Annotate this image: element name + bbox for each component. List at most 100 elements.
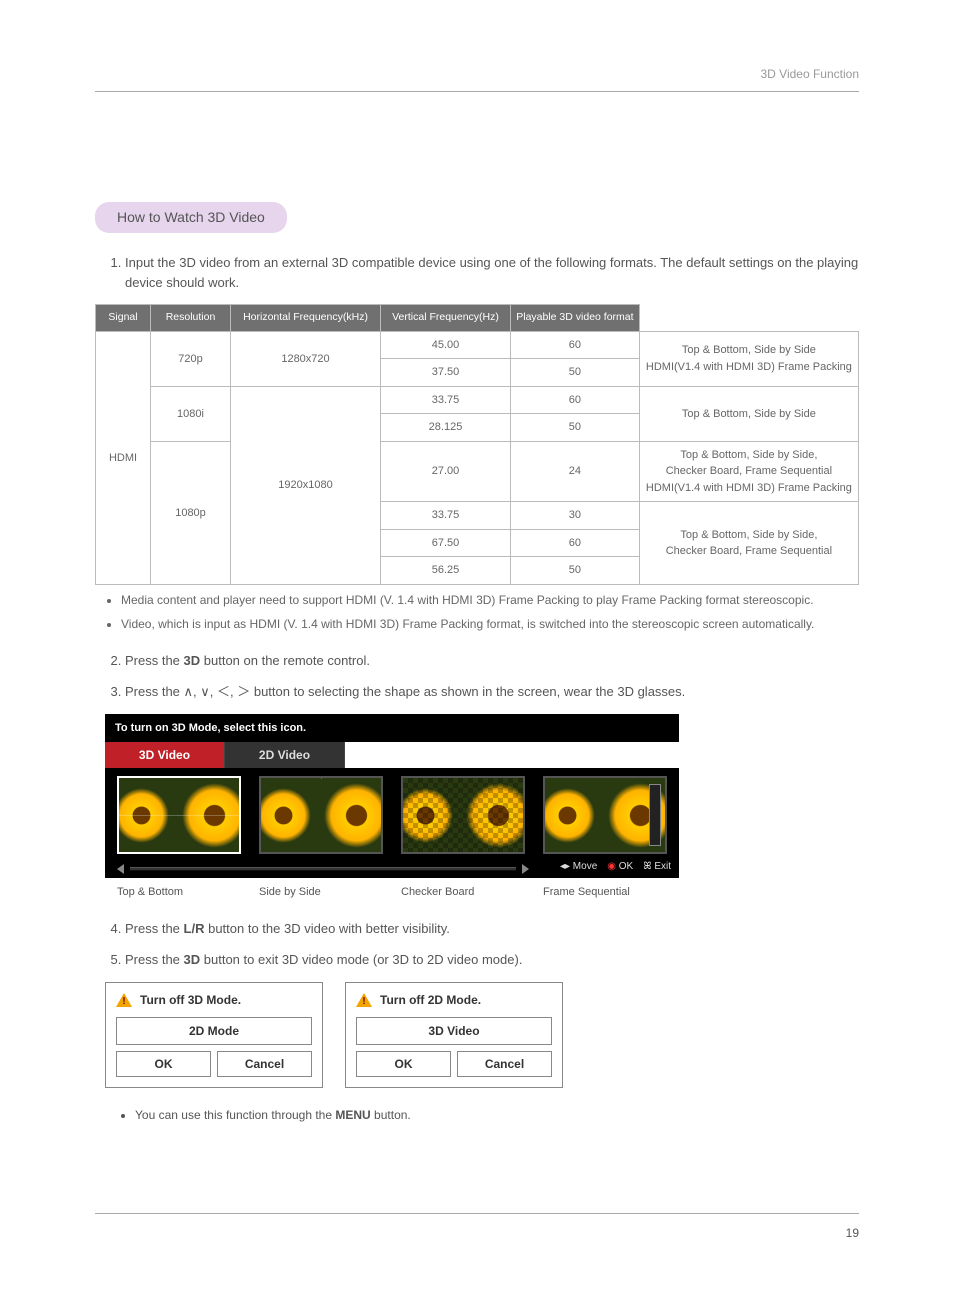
cell: 28.125: [381, 414, 511, 442]
scroll-track[interactable]: [130, 867, 516, 871]
th-format: Playable 3D video format: [511, 305, 640, 332]
cell: 50: [511, 359, 640, 387]
th-resolution: Resolution: [151, 305, 231, 332]
txt: button to exit 3D video mode (or 3D to 2…: [204, 952, 523, 967]
th-vfreq: Vertical Frequency(Hz): [381, 305, 511, 332]
cell: 45.00: [381, 331, 511, 359]
cell: 56.25: [381, 557, 511, 585]
th-signal: Signal: [96, 305, 151, 332]
cancel-button[interactable]: Cancel: [457, 1051, 552, 1077]
warning-icon: [116, 993, 132, 1007]
cell: 60: [511, 331, 640, 359]
step-2: Press the 3D button on the remote contro…: [125, 651, 859, 671]
cell: 27.00: [381, 441, 511, 502]
txt: button.: [371, 1108, 411, 1122]
tab-2d-video[interactable]: 2D Video: [225, 742, 345, 768]
txt: Press the: [125, 653, 184, 668]
cell: 50: [511, 557, 640, 585]
arrow-symbols: ∧, ∨, ＜, ＞: [184, 684, 251, 699]
txt: Checker Board, Frame Sequential: [666, 545, 832, 557]
cell-1080p: 1080p: [151, 441, 231, 584]
txt-bold: L/R: [184, 921, 209, 936]
txt-bold: 3D: [184, 952, 204, 967]
thumb-frame-sequential[interactable]: [543, 776, 667, 854]
cell: 60: [511, 529, 640, 557]
spec-table: Signal Resolution Horizontal Frequency(k…: [95, 304, 859, 585]
thumb-top-bottom[interactable]: [117, 776, 241, 854]
chevron-left-icon[interactable]: [117, 864, 124, 874]
cell-format-1080p-24: Top & Bottom, Side by Side, Checker Boar…: [639, 441, 858, 502]
final-bullet: You can use this function through the ME…: [135, 1106, 859, 1124]
step-4: Press the L/R button to the 3D video wit…: [125, 919, 859, 939]
dialog-turn-off-2d: Turn off 2D Mode. 3D Video OK Cancel: [345, 982, 563, 1088]
txt: Top & Bottom, Side by Side: [682, 344, 816, 356]
txt: Press the: [125, 952, 184, 967]
warning-icon: [356, 993, 372, 1007]
txt: Exit: [654, 861, 671, 872]
txt: button on the remote control.: [200, 653, 370, 668]
bullet-2: Video, which is input as HDMI (V. 1.4 wi…: [121, 615, 859, 633]
txt: button to selecting the shape as shown i…: [250, 684, 685, 699]
bullet-1: Media content and player need to support…: [121, 591, 859, 609]
chevron-right-icon[interactable]: [522, 864, 529, 874]
mode-button-3d-video[interactable]: 3D Video: [356, 1017, 552, 1045]
dialog-title: Turn off 3D Mode.: [140, 991, 241, 1009]
label-top-bottom: Top & Bottom: [117, 884, 241, 901]
step-3: Press the ∧, ∨, ＜, ＞ button to selecting…: [125, 682, 859, 702]
cell: 37.50: [381, 359, 511, 387]
txt: OK: [619, 861, 633, 872]
section-heading-pill: How to Watch 3D Video: [95, 202, 287, 233]
th-hfreq: Horizontal Frequency(kHz): [231, 305, 381, 332]
thumb-side-by-side[interactable]: [259, 776, 383, 854]
cell: 24: [511, 441, 640, 502]
cell: 33.75: [381, 502, 511, 530]
txt-bold: MENU: [335, 1108, 370, 1122]
cell-format-1080i: Top & Bottom, Side by Side: [639, 386, 858, 441]
cell: 60: [511, 386, 640, 414]
txt: HDMI(V1.4 with HDMI 3D) Frame Packing: [646, 482, 852, 494]
txt: You can use this function through the: [135, 1108, 335, 1122]
osd-scrollbar[interactable]: [117, 862, 529, 876]
cell-1920x1080: 1920x1080: [231, 386, 381, 584]
txt: Top & Bottom, Side by Side,: [680, 529, 817, 541]
ok-button[interactable]: OK: [356, 1051, 451, 1077]
txt: Top & Bottom, Side by Side,: [680, 449, 817, 461]
cell-hdmi: HDMI: [96, 331, 151, 584]
osd-footer: ◂▸ Move ◉ OK ꕤ Exit: [560, 859, 671, 874]
cell: 33.75: [381, 386, 511, 414]
exit-hint: ꕤ Exit: [643, 859, 671, 874]
txt: Press the: [125, 684, 184, 699]
dialog-turn-off-3d: Turn off 3D Mode. 2D Mode OK Cancel: [105, 982, 323, 1088]
cell: 50: [511, 414, 640, 442]
label-checker-board: Checker Board: [401, 884, 525, 901]
tab-3d-video[interactable]: 3D Video: [105, 742, 225, 768]
ok-button[interactable]: OK: [116, 1051, 211, 1077]
move-hint: ◂▸ Move: [560, 859, 597, 874]
txt: Move: [573, 861, 597, 872]
dialog-title: Turn off 2D Mode.: [380, 991, 481, 1009]
txt: button to the 3D video with better visib…: [208, 921, 450, 936]
osd-hint: To turn on 3D Mode, select this icon.: [105, 714, 679, 743]
page-number: 19: [95, 1213, 859, 1242]
osd-panel: To turn on 3D Mode, select this icon. 3D…: [105, 714, 859, 901]
txt: Press the: [125, 921, 184, 936]
txt: Checker Board, Frame Sequential: [666, 465, 832, 477]
cell-1280x720: 1280x720: [231, 331, 381, 386]
txt: HDMI(V1.4 with HDMI 3D) Frame Packing: [646, 361, 852, 373]
cell-1080i: 1080i: [151, 386, 231, 441]
cell-format-1080p-rest: Top & Bottom, Side by Side, Checker Boar…: [639, 502, 858, 585]
label-frame-sequential: Frame Sequential: [543, 884, 667, 901]
txt-bold: 3D: [184, 653, 201, 668]
cell: 67.50: [381, 529, 511, 557]
label-side-by-side: Side by Side: [259, 884, 383, 901]
step-5: Press the 3D button to exit 3D video mod…: [125, 950, 859, 970]
thumb-checker-board[interactable]: [401, 776, 525, 854]
cell: 30: [511, 502, 640, 530]
page-header: 3D Video Function: [95, 65, 859, 92]
ok-hint: ◉ OK: [607, 859, 633, 874]
mode-button-2d[interactable]: 2D Mode: [116, 1017, 312, 1045]
step-1: Input the 3D video from an external 3D c…: [125, 253, 859, 292]
cell-format-720: Top & Bottom, Side by Side HDMI(V1.4 wit…: [639, 331, 858, 386]
cancel-button[interactable]: Cancel: [217, 1051, 312, 1077]
cell-720p: 720p: [151, 331, 231, 386]
